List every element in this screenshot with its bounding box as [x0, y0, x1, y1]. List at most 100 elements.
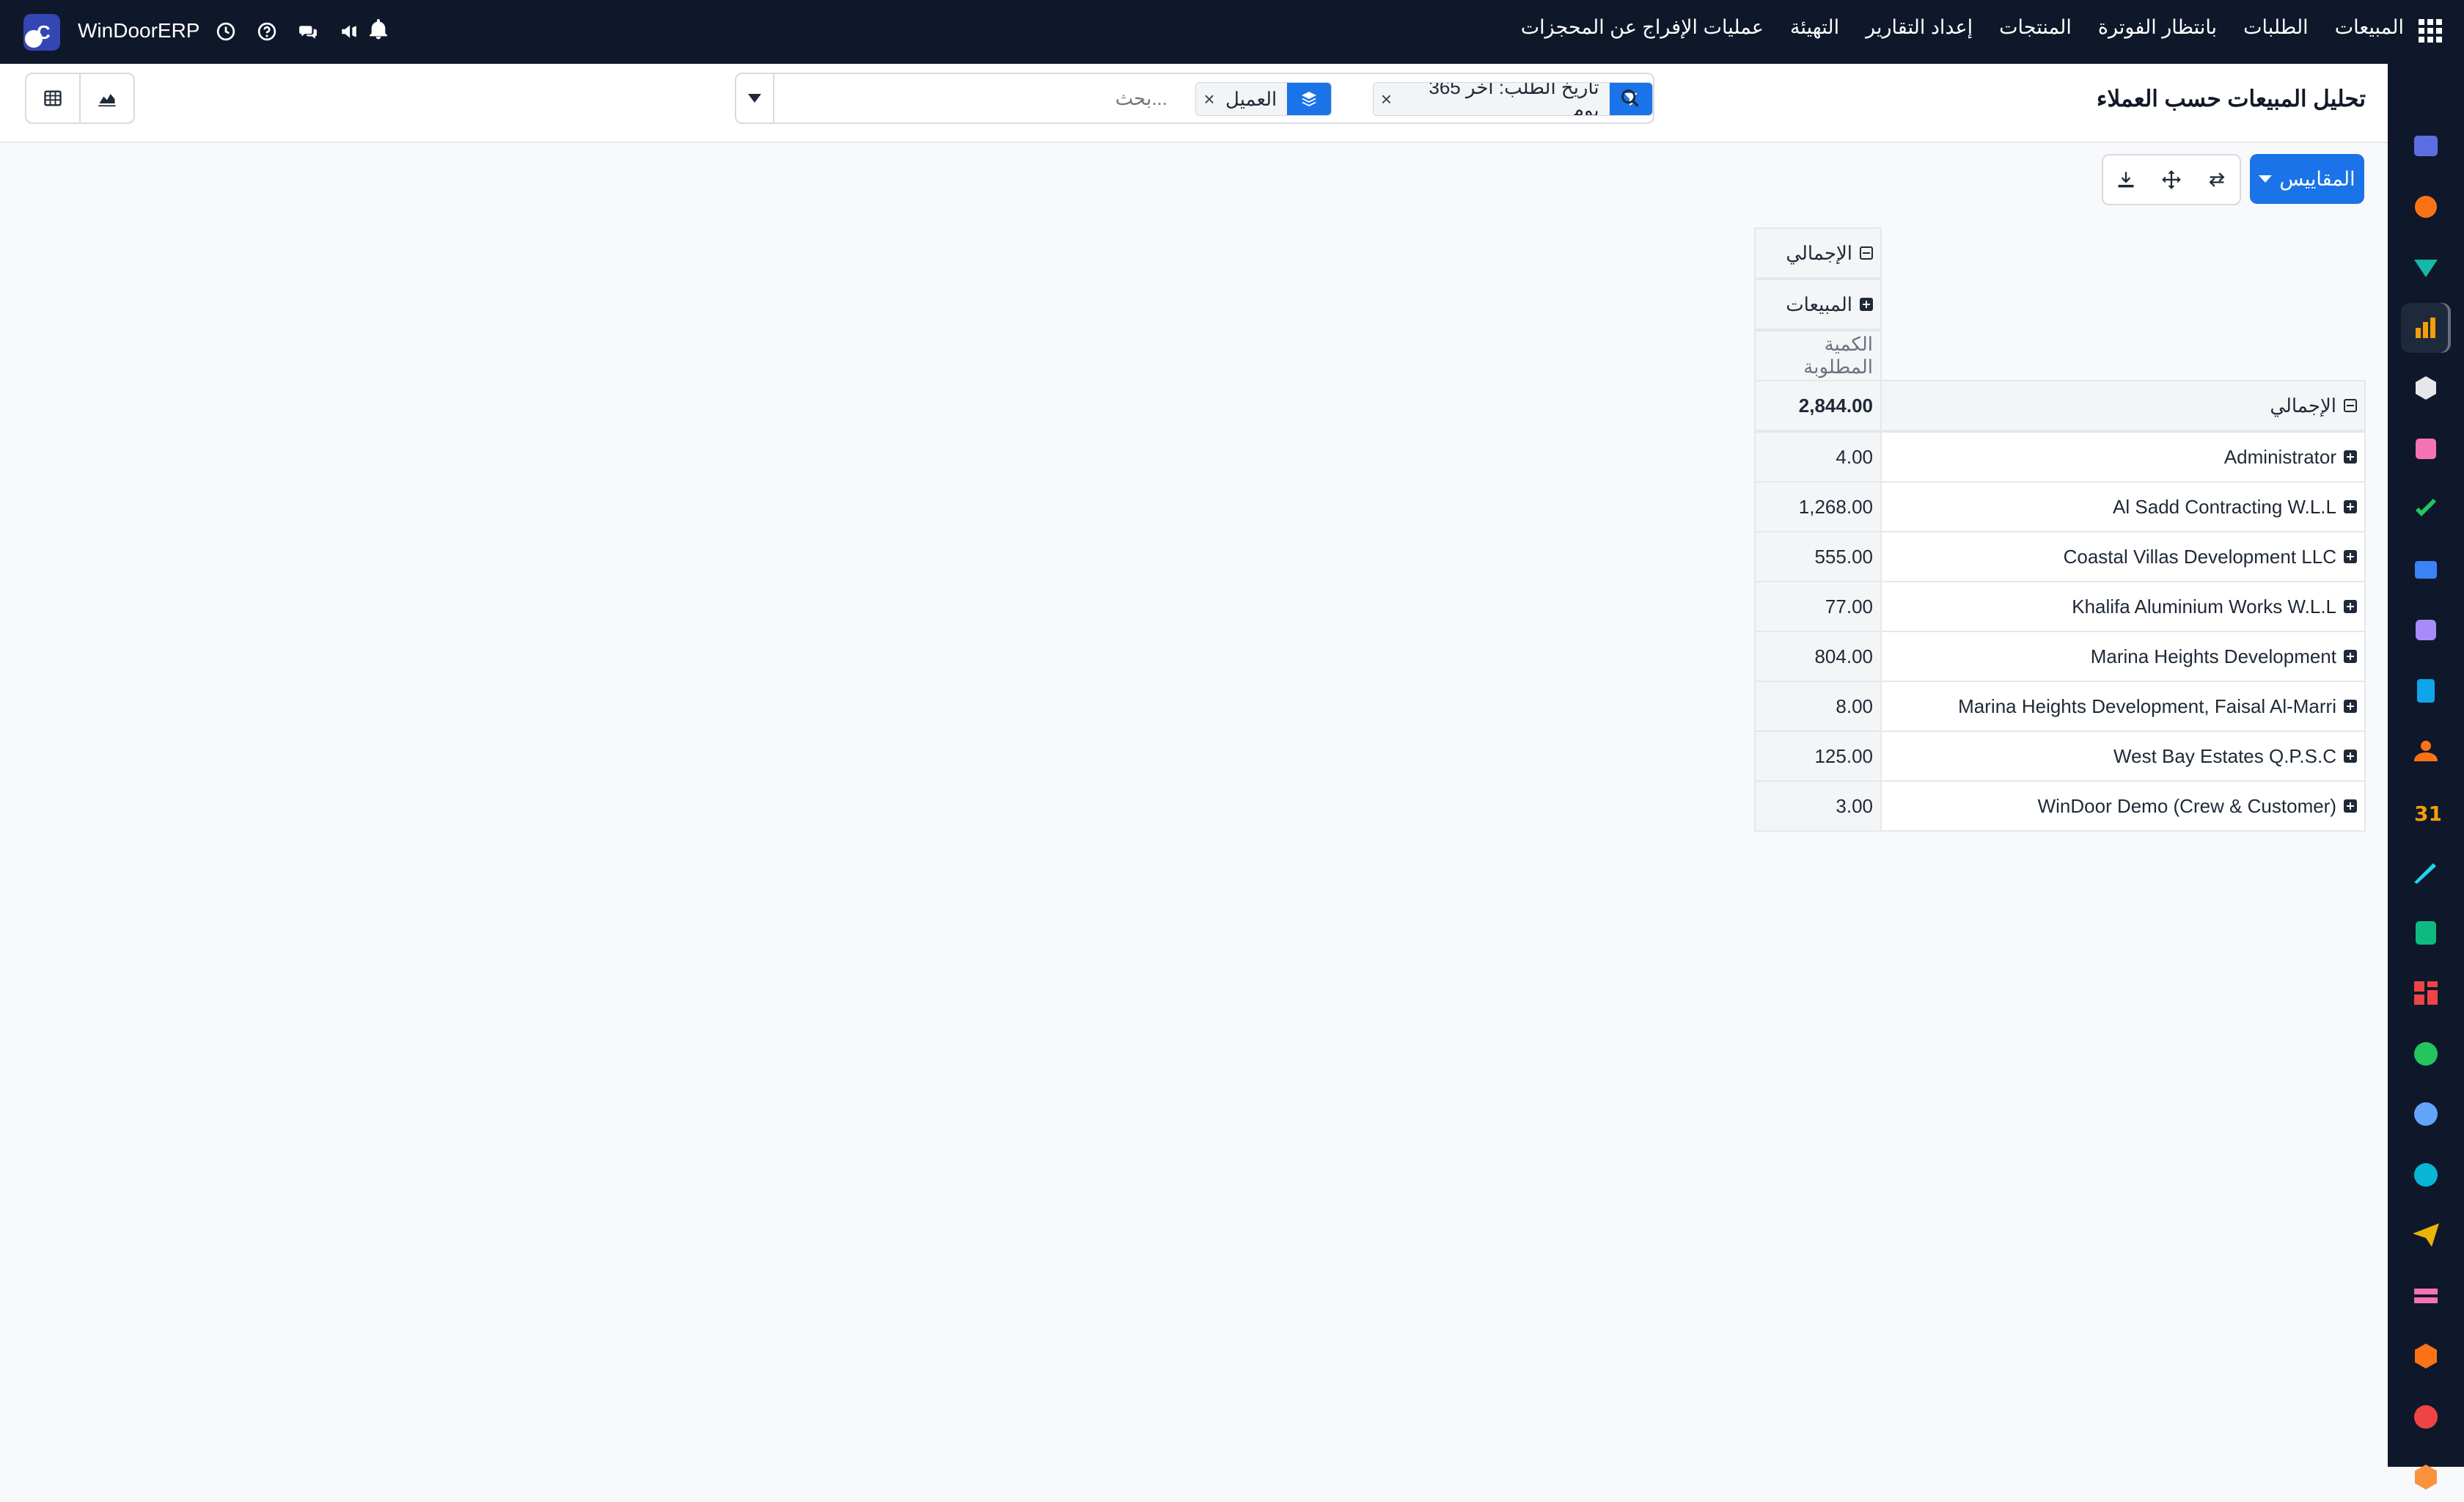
- company-name[interactable]: WinDoorERP: [78, 19, 199, 43]
- search-input[interactable]: [785, 84, 1169, 112]
- box-app-icon[interactable]: [2401, 605, 2451, 655]
- expand-icon: [2344, 799, 2357, 813]
- spreadsheet-app-icon[interactable]: [2401, 1271, 2451, 1321]
- settings-app-icon[interactable]: [2401, 1452, 2451, 1502]
- expand-all-button[interactable]: [2147, 154, 2194, 205]
- calendar-app-icon[interactable]: 31: [2401, 787, 2451, 837]
- row-header-customer[interactable]: Marina Heights Development, Faisal Al-Ma…: [1880, 681, 2366, 732]
- table-icon: [44, 90, 62, 106]
- announcement-icon[interactable]: [331, 19, 367, 44]
- app-switcher-icon[interactable]: [2419, 19, 2442, 43]
- caret-down-icon: [748, 94, 761, 103]
- col-header-total[interactable]: الإجمالي: [1754, 227, 1882, 279]
- contacts-app-icon[interactable]: [2401, 424, 2451, 474]
- menu-reporting[interactable]: إعداد التقارير: [1866, 16, 1973, 45]
- row-value[interactable]: 3.00: [1754, 780, 1882, 832]
- measure-header: الكمية المطلوبة: [1754, 330, 1882, 381]
- row-header-customer[interactable]: Al Sadd Contracting W.L.L: [1880, 481, 2366, 532]
- page-title: تحليل المبيعات حسب العملاء: [2096, 86, 2366, 111]
- search-icon[interactable]: [1615, 83, 1646, 114]
- product-app-icon[interactable]: [2401, 363, 2451, 413]
- view-switcher: [25, 73, 135, 124]
- mail-app-icon[interactable]: [2401, 121, 2451, 171]
- col-header-sales[interactable]: المبيعات: [1754, 279, 1882, 330]
- row-value[interactable]: 555.00: [1754, 531, 1882, 582]
- send-app-icon[interactable]: [2401, 1210, 2451, 1260]
- contact-card-app-icon[interactable]: [2401, 908, 2451, 958]
- expand-icon: [2344, 650, 2357, 663]
- facet-label: تاريخ الطلب: آخر 365 يوم: [1429, 82, 1599, 116]
- search-bar: × العميل × تاريخ الطلب: آخر 365 يوم: [735, 73, 1654, 124]
- expand-icon: [2344, 550, 2357, 563]
- menu-orders[interactable]: الطلبات: [2243, 16, 2309, 45]
- pie-app-icon[interactable]: [2401, 1392, 2451, 1442]
- row-header-customer[interactable]: Khalifa Aluminium Works W.L.L: [1880, 581, 2366, 632]
- row-value[interactable]: 804.00: [1754, 631, 1882, 682]
- row-value[interactable]: 125.00: [1754, 730, 1882, 782]
- main-menu: المبيعات الطلبات بانتظار الفوترة المنتجا…: [1521, 16, 2404, 45]
- flip-axis-icon: [2209, 172, 2225, 187]
- expand-icon: [2344, 750, 2357, 763]
- area-chart-icon: [98, 94, 116, 107]
- sign-app-icon[interactable]: [2401, 847, 2451, 897]
- pivot-view-button[interactable]: [25, 73, 81, 124]
- menu-products[interactable]: المنتجات: [1999, 16, 2072, 45]
- expand-icon: [1860, 298, 1873, 311]
- row-header-customer[interactable]: Marina Heights Development: [1880, 631, 2366, 682]
- row-header-customer[interactable]: Coastal Villas Development LLC: [1880, 531, 2366, 582]
- whatsapp-app-icon[interactable]: [2401, 1029, 2451, 1079]
- apps-sidebar: 31: [2388, 64, 2464, 1490]
- collapse-icon: [2344, 399, 2357, 412]
- row-value[interactable]: 8.00: [1754, 681, 1882, 732]
- help-icon[interactable]: [249, 19, 285, 44]
- clock-icon[interactable]: [208, 19, 243, 44]
- collapse-icon: [1860, 246, 1873, 260]
- row-value[interactable]: 4.00: [1754, 431, 1882, 483]
- caret-down-icon: [2259, 175, 2273, 183]
- discuss-app-icon[interactable]: [2401, 182, 2451, 232]
- company-logo[interactable]: C: [23, 14, 60, 51]
- svg-text:31: 31: [2414, 802, 2441, 826]
- expand-icon: [2344, 700, 2357, 713]
- row-header-total[interactable]: الإجمالي: [1880, 380, 2366, 431]
- row-header-customer[interactable]: WinDoor Demo (Crew & Customer): [1880, 780, 2366, 832]
- menu-configuration[interactable]: التهيئة: [1790, 16, 1839, 45]
- top-navbar: C WinDoorERP المبيعات الطلبات بانتظار ال…: [0, 0, 2464, 64]
- measures-label: المقاييس: [2279, 167, 2355, 190]
- remove-facet-icon[interactable]: ×: [1196, 88, 1222, 111]
- knowledge-app-icon[interactable]: [2401, 545, 2451, 595]
- invoicing-app-icon[interactable]: [2401, 666, 2451, 716]
- chat-icon[interactable]: [290, 19, 326, 44]
- download-icon: [2118, 172, 2134, 188]
- search-options-toggle[interactable]: [736, 74, 774, 122]
- flip-axis-button[interactable]: [2193, 154, 2241, 205]
- menu-to-invoice[interactable]: بانتظار الفوترة: [2098, 16, 2217, 45]
- remove-facet-icon[interactable]: ×: [1374, 88, 1399, 111]
- timesheet-app-icon[interactable]: [2401, 1089, 2451, 1139]
- group-layers-icon: [1287, 83, 1332, 115]
- row-value[interactable]: 77.00: [1754, 581, 1882, 632]
- row-value[interactable]: 1,268.00: [1754, 481, 1882, 532]
- sales-app-icon[interactable]: [2401, 302, 2451, 353]
- expand-icon: [2344, 500, 2357, 513]
- module-app-icon[interactable]: [2401, 1331, 2451, 1381]
- systray: [208, 19, 367, 44]
- todo-app-icon[interactable]: [2401, 484, 2451, 534]
- facet-group-by-customer: × العميل: [1195, 82, 1332, 116]
- employees-app-icon[interactable]: [2401, 726, 2451, 776]
- menu-sales[interactable]: المبيعات: [2335, 16, 2404, 45]
- expand-arrows-icon: [2162, 170, 2181, 189]
- row-header-customer[interactable]: Administrator: [1880, 431, 2366, 483]
- inventory-app-icon[interactable]: [2401, 242, 2451, 292]
- dashboard-app-icon[interactable]: [2401, 968, 2451, 1018]
- expand-icon: [2344, 600, 2357, 613]
- row-header-customer[interactable]: West Bay Estates Q.P.S.C: [1880, 730, 2366, 782]
- website-app-icon[interactable]: [2401, 1150, 2451, 1200]
- facet-order-date: × تاريخ الطلب: آخر 365 يوم: [1373, 82, 1653, 116]
- download-button[interactable]: [2102, 154, 2149, 205]
- measures-dropdown[interactable]: المقاييس: [2250, 154, 2364, 204]
- bell-icon[interactable]: [367, 18, 393, 44]
- menu-hold-releases[interactable]: عمليات الإفراج عن المحجزات: [1521, 16, 1764, 45]
- graph-view-button[interactable]: [81, 73, 135, 124]
- grand-total-value[interactable]: 2,844.00: [1754, 380, 1882, 431]
